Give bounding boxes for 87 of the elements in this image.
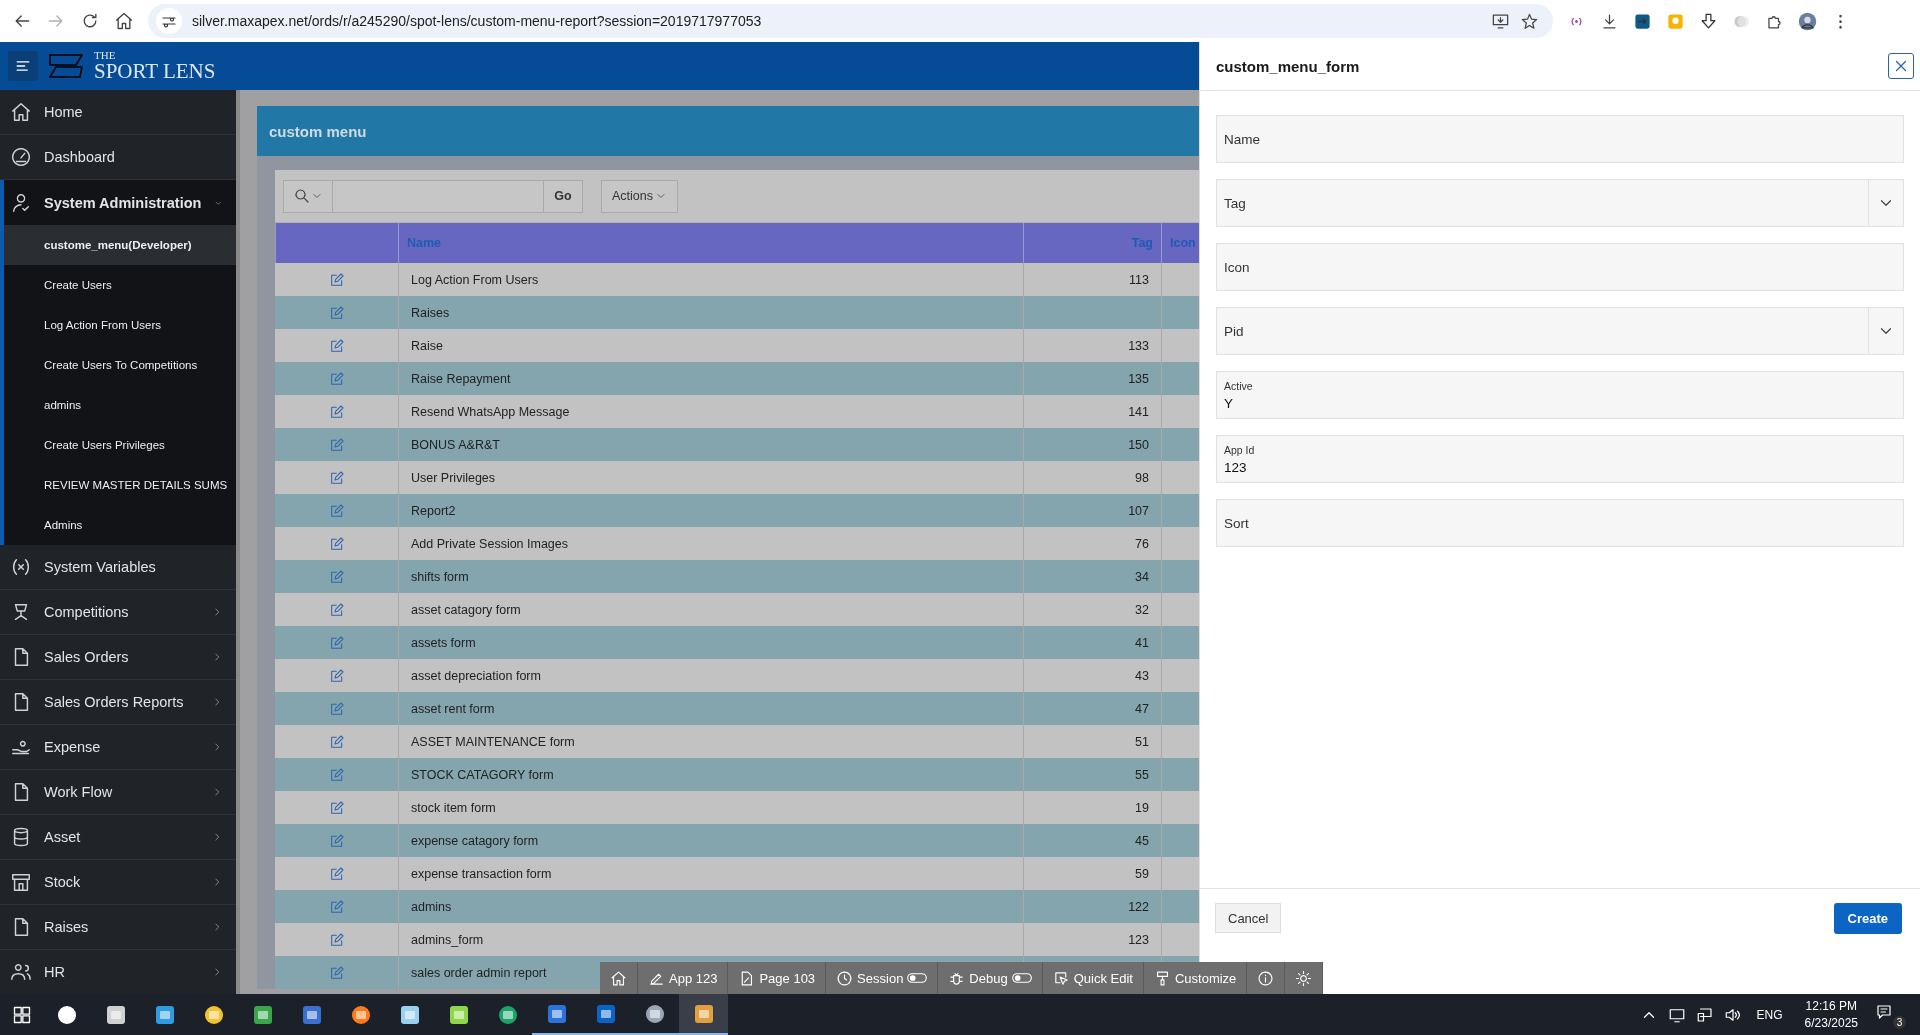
table-cell: 113	[1129, 272, 1149, 287]
nav-subitem[interactable]: admins	[4, 385, 236, 425]
network-icon[interactable]	[1695, 1005, 1714, 1024]
nav-subitem[interactable]: custome_menu(Developer)	[4, 225, 236, 265]
table-cell: 141	[1128, 404, 1149, 419]
table-cell: 43	[1135, 668, 1149, 683]
table-cell: 41	[1135, 635, 1149, 650]
logo-text: THE	[94, 50, 117, 61]
store-icon	[10, 871, 32, 893]
settings-icon	[1295, 969, 1313, 987]
taskbar-app[interactable]	[679, 994, 728, 1035]
nav-subitem[interactable]: Create Users To Competitions	[4, 345, 236, 385]
address-bar[interactable]: silver.maxapex.net/ords/r/a245290/spot-lens/custom-menu-report?session=2019717977053	[148, 4, 1553, 38]
text-field[interactable]: Icon	[1216, 243, 1904, 291]
table-cell: 34	[1135, 569, 1149, 584]
arrow-down-icon[interactable]	[1699, 11, 1718, 31]
language-indicator[interactable]: ENG	[1756, 1007, 1783, 1022]
start-icon[interactable]	[12, 1004, 32, 1025]
house-icon	[10, 101, 32, 123]
scrollbar[interactable]	[236, 90, 240, 994]
star-icon[interactable]	[1520, 11, 1539, 31]
table-cell: 47	[1135, 701, 1149, 716]
house-icon	[610, 969, 627, 987]
edit-icon[interactable]	[328, 271, 345, 288]
edit-icon[interactable]	[328, 601, 345, 618]
table-cell: 133	[1128, 338, 1149, 353]
edit-icon[interactable]	[328, 865, 345, 882]
logo-text: SPORT LENS	[94, 61, 216, 82]
avatar-icon[interactable]	[1798, 11, 1817, 31]
cursor-icon	[1052, 969, 1070, 987]
select-field[interactable]: Pid	[1216, 307, 1904, 355]
table-cell: 98	[1135, 470, 1149, 485]
actions-button[interactable]: Actions	[601, 179, 678, 213]
edit-icon[interactable]	[328, 733, 345, 750]
table-cell: 55	[1135, 767, 1149, 782]
table-cell: 59	[1135, 866, 1149, 881]
text-field[interactable]: Name	[1216, 115, 1904, 163]
site-settings-icon[interactable]	[156, 8, 182, 34]
create-button[interactable]: Create	[1833, 903, 1902, 934]
table-cell: 122	[1128, 899, 1149, 914]
region-title: custom menu	[269, 122, 367, 140]
menu-button[interactable]	[8, 51, 38, 81]
select-field[interactable]: Tag	[1216, 179, 1904, 227]
nav-subitem[interactable]: Log Action From Users	[4, 305, 236, 345]
cancel-button[interactable]: Cancel	[1215, 903, 1282, 933]
table-cell: 32	[1135, 602, 1149, 617]
notification-button[interactable]: 3	[1870, 1000, 1906, 1029]
go-button[interactable]: Go	[543, 179, 583, 213]
logo-icon	[46, 51, 86, 81]
nav-subitem[interactable]: Admins	[4, 505, 236, 545]
search-field[interactable]	[283, 179, 544, 213]
nav-subitem[interactable]: Create Users	[4, 265, 236, 305]
info-icon	[1257, 969, 1275, 987]
nav-item[interactable]: System Administration	[4, 180, 236, 225]
message-icon	[1875, 1002, 1893, 1021]
text-field[interactable]: App Id 123	[1216, 435, 1904, 483]
text-field[interactable]: Sort	[1216, 499, 1904, 547]
table-cell: 19	[1135, 800, 1149, 815]
table-cell: 123	[1128, 932, 1149, 947]
url-text: silver.maxapex.net/ords/r/a245290/spot-lens/custom-menu-report?session=2019717977053	[192, 13, 762, 29]
edit-icon[interactable]	[328, 469, 345, 486]
table-cell: 107	[1128, 503, 1149, 518]
edit-icon[interactable]	[328, 667, 345, 684]
extension-icon[interactable]	[1633, 11, 1652, 31]
users-icon	[10, 961, 32, 983]
edit-icon[interactable]	[328, 535, 345, 552]
nav-subitem[interactable]: REVIEW MASTER DETAILS SUMS	[4, 465, 236, 505]
user-check-icon	[10, 191, 32, 214]
house-icon[interactable]	[114, 11, 134, 31]
nav-subitem[interactable]: Create Users Privileges	[4, 425, 236, 465]
edit-icon[interactable]	[328, 337, 345, 354]
edit-icon[interactable]	[328, 931, 345, 948]
table-cell: 51	[1135, 734, 1149, 749]
close-button[interactable]	[1888, 53, 1914, 79]
variable-icon	[10, 556, 32, 578]
table-cell: 150	[1128, 437, 1149, 452]
text-field[interactable]: Active Y	[1216, 371, 1904, 419]
gauge-icon	[10, 146, 32, 168]
clock[interactable]: 12:16 PM 6/23/2025	[1804, 998, 1858, 1031]
table-cell: 76	[1135, 536, 1149, 551]
edit-icon[interactable]	[328, 403, 345, 420]
search-icon	[293, 187, 311, 205]
dialog-title: custom_menu_form	[1216, 57, 1360, 75]
table-cell: 135	[1128, 371, 1149, 386]
edit-icon[interactable]	[328, 799, 345, 816]
table-cell: 45	[1135, 833, 1149, 848]
clock-icon	[836, 969, 854, 987]
